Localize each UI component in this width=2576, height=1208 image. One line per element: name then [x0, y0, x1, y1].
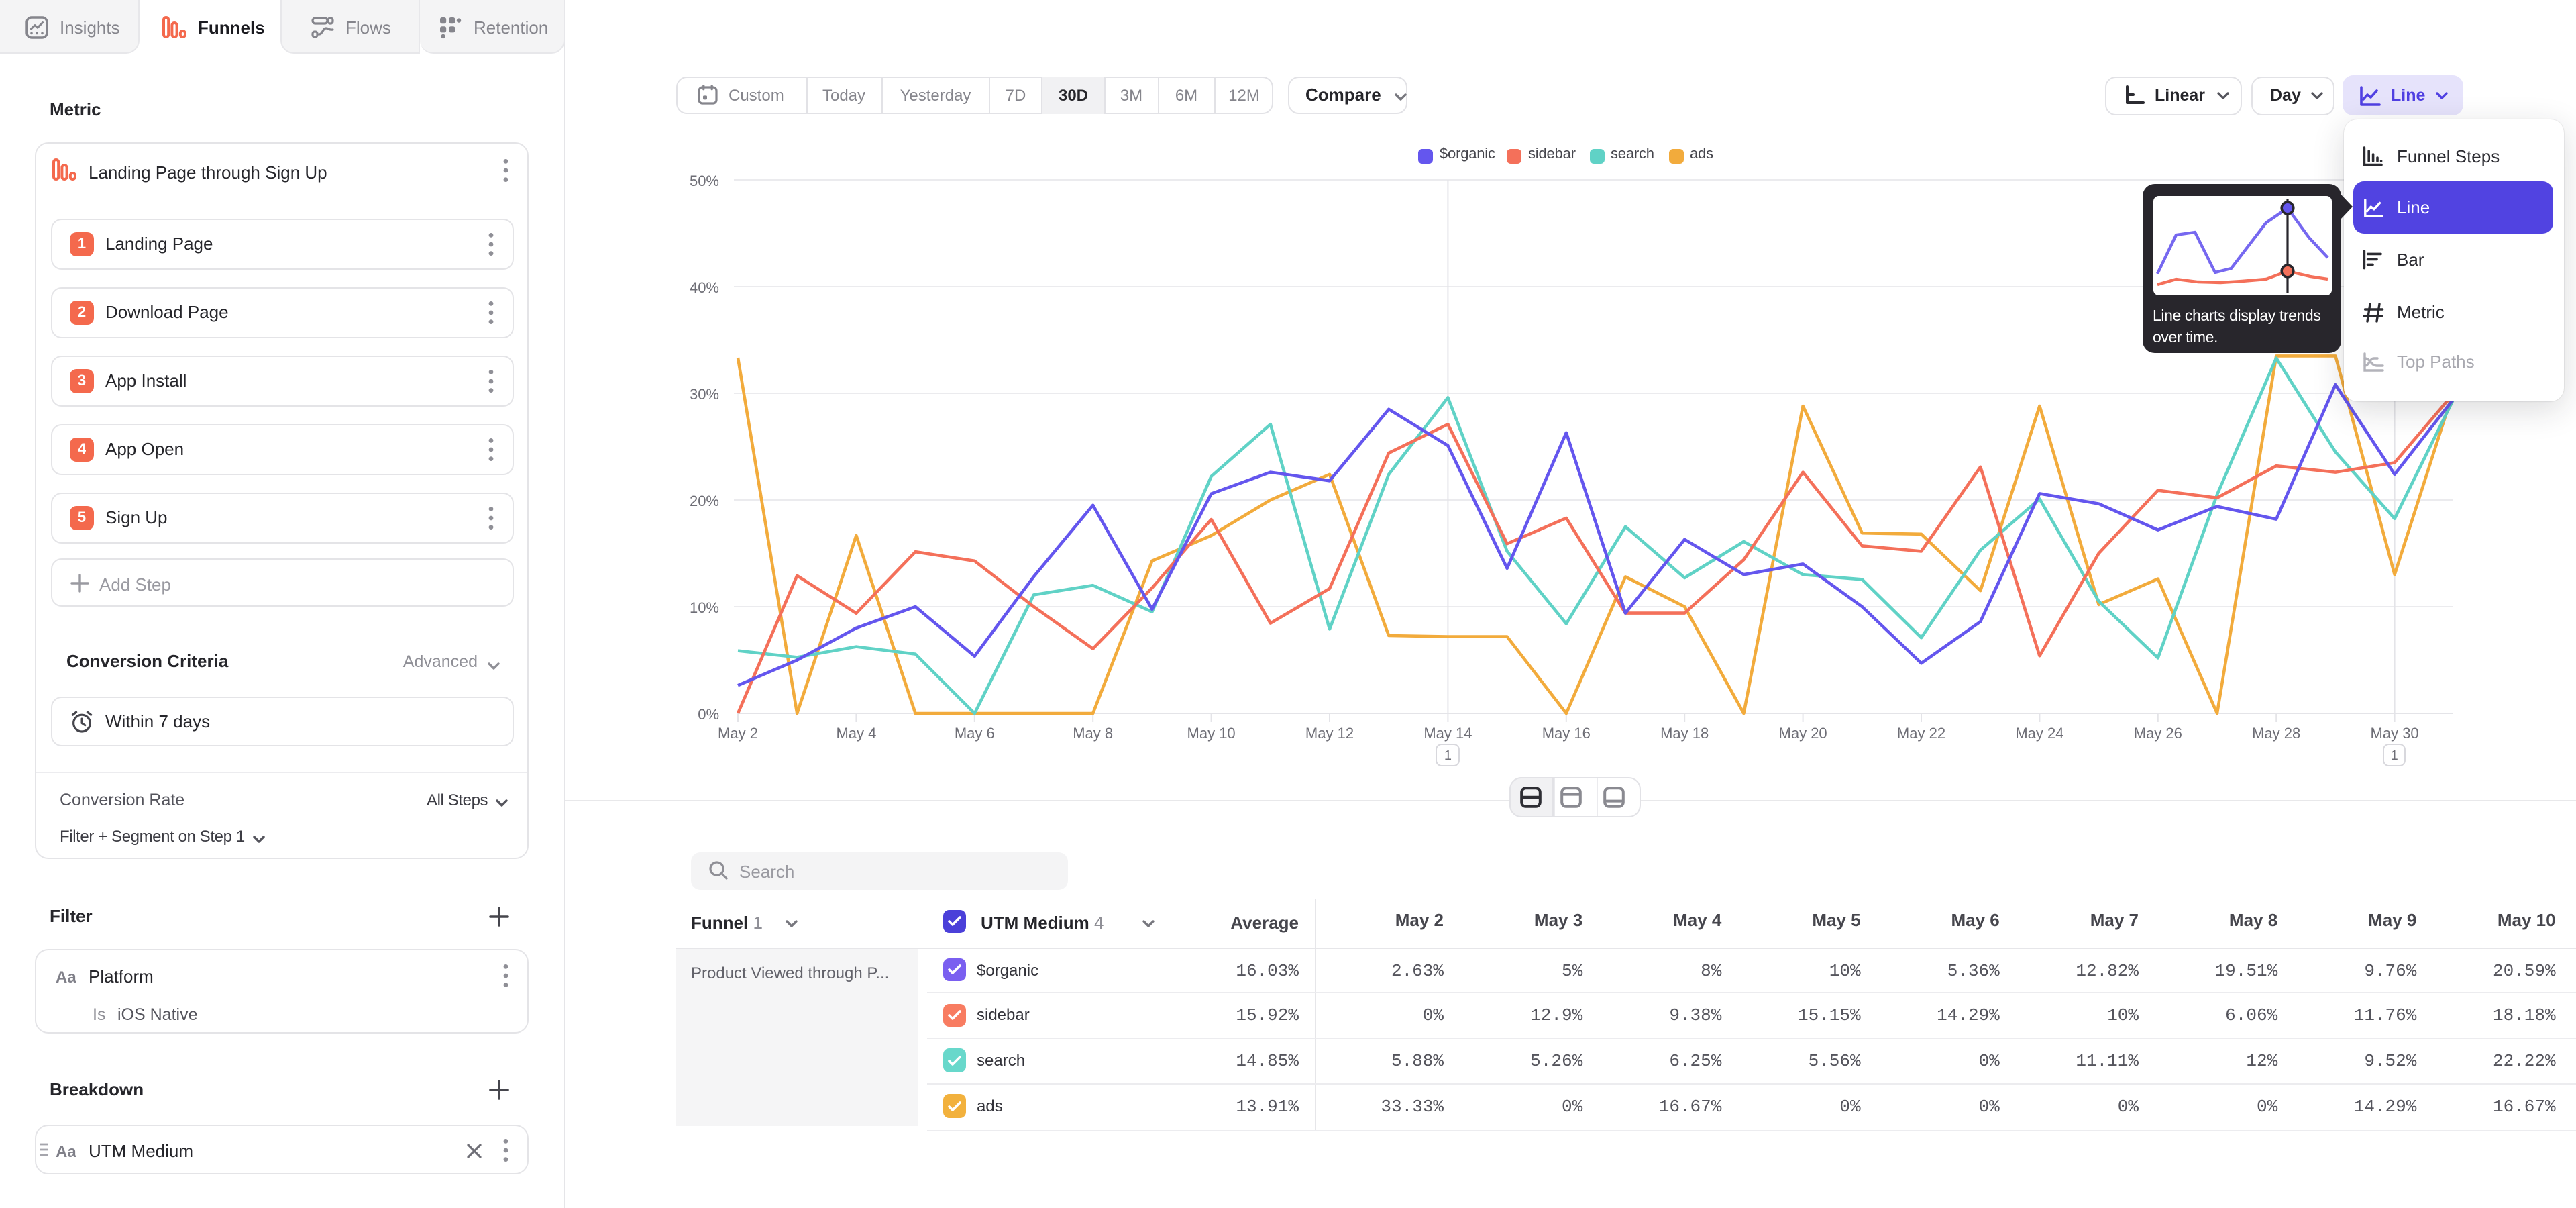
- svg-text:10%: 10%: [690, 599, 719, 616]
- svg-text:May 28: May 28: [2252, 725, 2300, 742]
- svg-text:May 16: May 16: [1542, 725, 1591, 742]
- svg-text:30%: 30%: [690, 386, 719, 403]
- svg-text:May 4: May 4: [836, 725, 876, 742]
- svg-text:May 2: May 2: [718, 725, 758, 742]
- svg-text:May 20: May 20: [1779, 725, 1827, 742]
- svg-text:May 26: May 26: [2134, 725, 2182, 742]
- svg-text:May 12: May 12: [1305, 725, 1354, 742]
- svg-text:May 10: May 10: [1187, 725, 1236, 742]
- svg-text:May 30: May 30: [2371, 725, 2419, 742]
- svg-text:0%: 0%: [698, 706, 719, 723]
- svg-text:40%: 40%: [690, 279, 719, 296]
- svg-text:May 8: May 8: [1073, 725, 1113, 742]
- svg-text:May 18: May 18: [1660, 725, 1709, 742]
- svg-text:20%: 20%: [690, 493, 719, 509]
- svg-text:50%: 50%: [690, 172, 719, 189]
- svg-text:May 22: May 22: [1897, 725, 1945, 742]
- svg-text:May 14: May 14: [1424, 725, 1472, 742]
- svg-text:May 24: May 24: [2015, 725, 2063, 742]
- svg-text:May 6: May 6: [955, 725, 995, 742]
